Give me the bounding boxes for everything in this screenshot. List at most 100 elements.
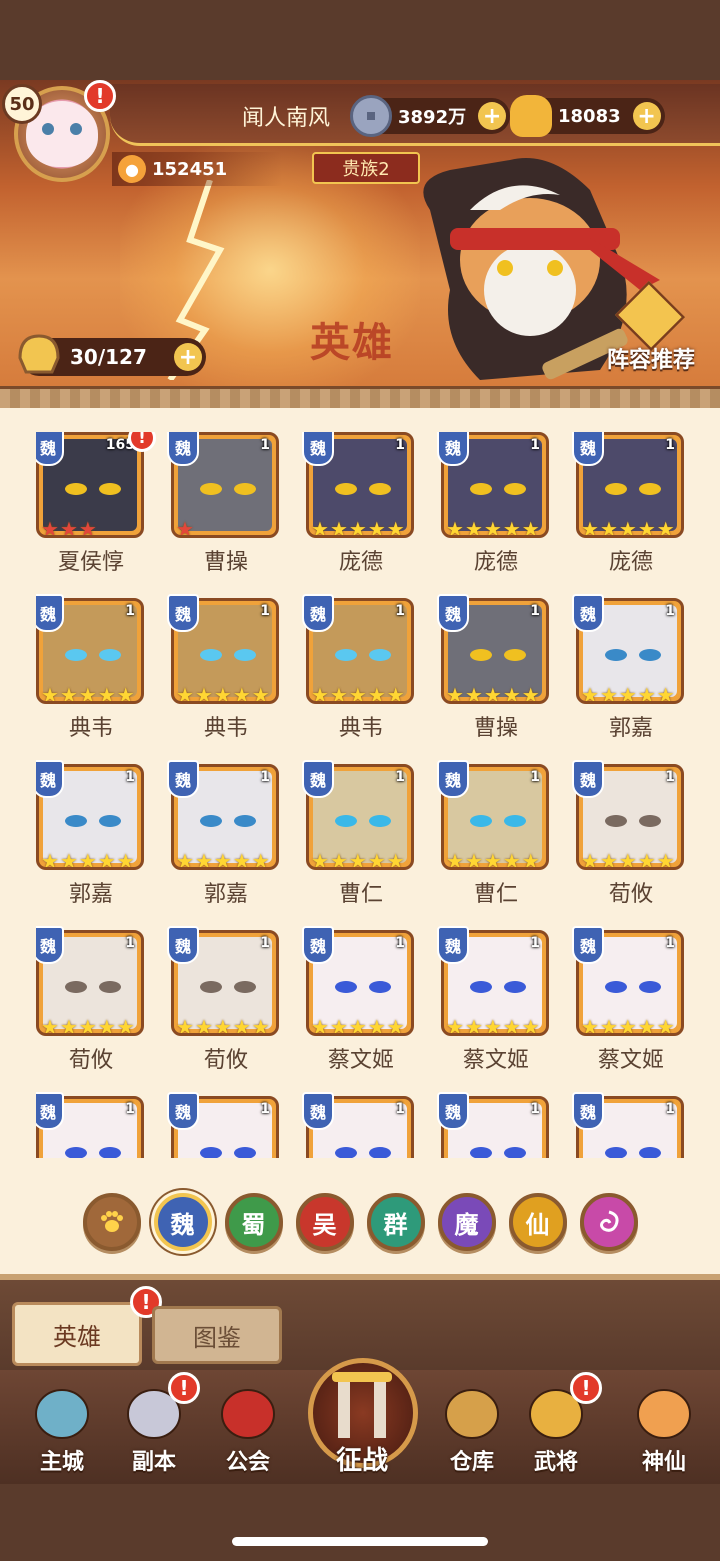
nav-hero[interactable]: ! 武将 [514, 1372, 602, 1478]
faction-filter-xian[interactable]: 仙 [508, 1193, 567, 1251]
hero-stars: ★ [176, 519, 194, 535]
star-icon: ★ [59, 517, 78, 538]
hero-card[interactable]: 1 魏 [36, 1092, 146, 1158]
tab-heroes[interactable]: 英雄 [12, 1302, 142, 1366]
paw-icon [100, 1211, 123, 1232]
avatar-alert-icon: ! [84, 80, 116, 112]
faction-badge: 魏 [36, 1092, 64, 1130]
faction-badge: 魏 [572, 432, 604, 466]
star-icon: ★ [311, 1015, 329, 1036]
hero-stars: ★ ★ ★ ★ ★ [311, 517, 405, 538]
hero-name: 郭嘉 [203, 882, 248, 907]
hero-card[interactable]: 1 ★ ★ ★ ★ ★ 魏 庞德 [437, 432, 551, 575]
faction-filter-qun[interactable]: 群 [366, 1193, 425, 1251]
hero-card[interactable]: 1 ★ ★ ★ ★ ★ 魏 庞德 [302, 432, 416, 575]
hero-eye-right [99, 483, 121, 495]
star-icon: ★ [521, 683, 540, 704]
hero-card[interactable]: 1 ★ ★ ★ ★ ★ 魏 荀攸 [36, 926, 146, 1073]
add-gold-button[interactable]: + [632, 102, 661, 130]
tab-codex[interactable]: 图鉴 [152, 1306, 282, 1364]
hero-card[interactable]: 1 ★ ★ ★ ★ ★ 魏 蔡文姬 [572, 926, 686, 1073]
hero-name: 典韦 [203, 716, 248, 741]
star-icon: ★ [116, 683, 135, 704]
hero-stars: ★ ★ ★ ★ ★ [176, 685, 270, 701]
hero-card[interactable]: 1 ★ ★ ★ ★ ★ 魏 郭嘉 [36, 760, 146, 907]
nav-label: 公会 [225, 1450, 270, 1475]
hero-eye-right [234, 1147, 256, 1158]
hero-eye-left [470, 815, 492, 827]
hero-eye-right [639, 483, 661, 495]
faction-badge: 魏 [167, 1092, 199, 1130]
faction-filter-wei[interactable]: 魏 [153, 1193, 212, 1251]
add-coin-button[interactable]: + [478, 102, 507, 130]
hero-stars: ★ ★ ★ ★ ★ [446, 1015, 540, 1036]
star-icon: ★ [483, 517, 502, 538]
nav-battle[interactable]: 征战 [300, 1340, 424, 1480]
hero-level: 1 [260, 769, 270, 785]
hero-card[interactable]: 1 ★ 魏 曹操 [167, 432, 281, 575]
faction-label: 蜀 [241, 1210, 266, 1239]
hero-level: 1 [395, 437, 405, 453]
home-indicator[interactable] [232, 1537, 488, 1546]
star-icon: ★ [446, 1015, 464, 1036]
hero-card[interactable]: 1 魏 [572, 1092, 686, 1158]
hero-eye-right [369, 981, 391, 993]
hero-eye-right [369, 649, 391, 661]
nav-alert-icon: ! [570, 1372, 602, 1404]
hero-eye-right [99, 981, 121, 993]
lineup-recommend-button[interactable]: 阵容推荐 [596, 280, 706, 382]
faction-filter-wu[interactable]: 吴 [295, 1193, 354, 1251]
hero-level: 1 [665, 769, 675, 785]
hero-card[interactable]: 1 ★ ★ ★ ★ ★ 魏 荀攸 [167, 926, 281, 1073]
star-icon: ★ [41, 517, 59, 538]
faction-badge: 魏 [36, 760, 64, 798]
star-icon: ★ [97, 683, 116, 704]
hero-card[interactable]: 1 ★ ★ ★ ★ ★ 魏 典韦 [302, 594, 416, 741]
hero-card[interactable]: 165 ★ ★ ★ 魏 ! 夏侯惇 [36, 432, 156, 575]
hero-card[interactable]: 1 ★ ★ ★ ★ ★ 魏 曹仁 [302, 760, 416, 907]
nav-cat[interactable]: 神仙 [622, 1378, 706, 1478]
hero-name: 蔡文姬 [462, 1048, 529, 1073]
star-icon: ★ [502, 683, 521, 704]
guild-flag-icon [221, 1389, 275, 1439]
hero-card[interactable]: 1 ★ ★ ★ ★ ★ 魏 郭嘉 [572, 594, 686, 741]
hero-card[interactable]: 1 ★ ★ ★ ★ ★ 魏 曹仁 [437, 760, 551, 907]
nav-sword[interactable]: ! 副本 [112, 1372, 200, 1478]
star-icon: ★ [194, 849, 213, 870]
star-icon: ★ [367, 517, 386, 538]
nav-guild-flag[interactable]: 公会 [206, 1378, 290, 1478]
add-hero-slot-button[interactable]: + [174, 343, 202, 371]
hero-card[interactable]: 1 ★ ★ ★ ★ ★ 魏 庞德 [572, 432, 686, 575]
hero-card[interactable]: 1 魏 [437, 1092, 551, 1158]
star-icon: ★ [637, 1015, 656, 1036]
faction-filter-all[interactable] [82, 1193, 141, 1251]
hero-card[interactable]: 1 魏 [167, 1092, 281, 1158]
hero-card[interactable]: 1 ★ ★ ★ ★ ★ 魏 典韦 [36, 594, 146, 741]
hero-eye-left [335, 649, 357, 661]
hero-card[interactable]: 1 ★ ★ ★ ★ ★ 魏 曹操 [437, 594, 551, 741]
star-icon: ★ [521, 1015, 540, 1036]
faction-filter-bar: 魏蜀吴群魔仙 [0, 1182, 720, 1262]
hero-card[interactable]: 1 ★ ★ ★ ★ ★ 魏 蔡文姬 [437, 926, 551, 1073]
hero-card[interactable]: 1 ★ ★ ★ ★ ★ 魏 典韦 [167, 594, 281, 741]
faction-filter-special[interactable] [579, 1193, 638, 1251]
player-level-badge: 50 [2, 84, 42, 124]
star-icon: ★ [618, 683, 637, 704]
nav-alert-icon: ! [168, 1372, 200, 1404]
bag-icon [445, 1389, 499, 1439]
faction-filter-shu[interactable]: 蜀 [224, 1193, 283, 1251]
faction-label: 魔 [454, 1210, 479, 1239]
gate-pillars-icon [332, 1372, 392, 1438]
star-icon: ★ [232, 1015, 251, 1036]
hero-stars: ★ ★ ★ ★ ★ [581, 851, 675, 867]
faction-badge: 魏 [437, 760, 469, 798]
hero-card[interactable]: 1 ★ ★ ★ ★ ★ 魏 荀攸 [572, 760, 686, 907]
hero-card[interactable]: 1 ★ ★ ★ ★ ★ 魏 蔡文姬 [302, 926, 416, 1073]
hero-card[interactable]: 1 ★ ★ ★ ★ ★ 魏 郭嘉 [167, 760, 281, 907]
hero-card[interactable]: 1 魏 [302, 1092, 416, 1158]
hero-level: 1 [125, 1101, 135, 1117]
hero-level: 1 [665, 935, 675, 951]
nav-bag[interactable]: 仓库 [430, 1378, 514, 1478]
faction-filter-mo[interactable]: 魔 [437, 1193, 496, 1251]
nav-city[interactable]: 主城 [20, 1378, 104, 1478]
